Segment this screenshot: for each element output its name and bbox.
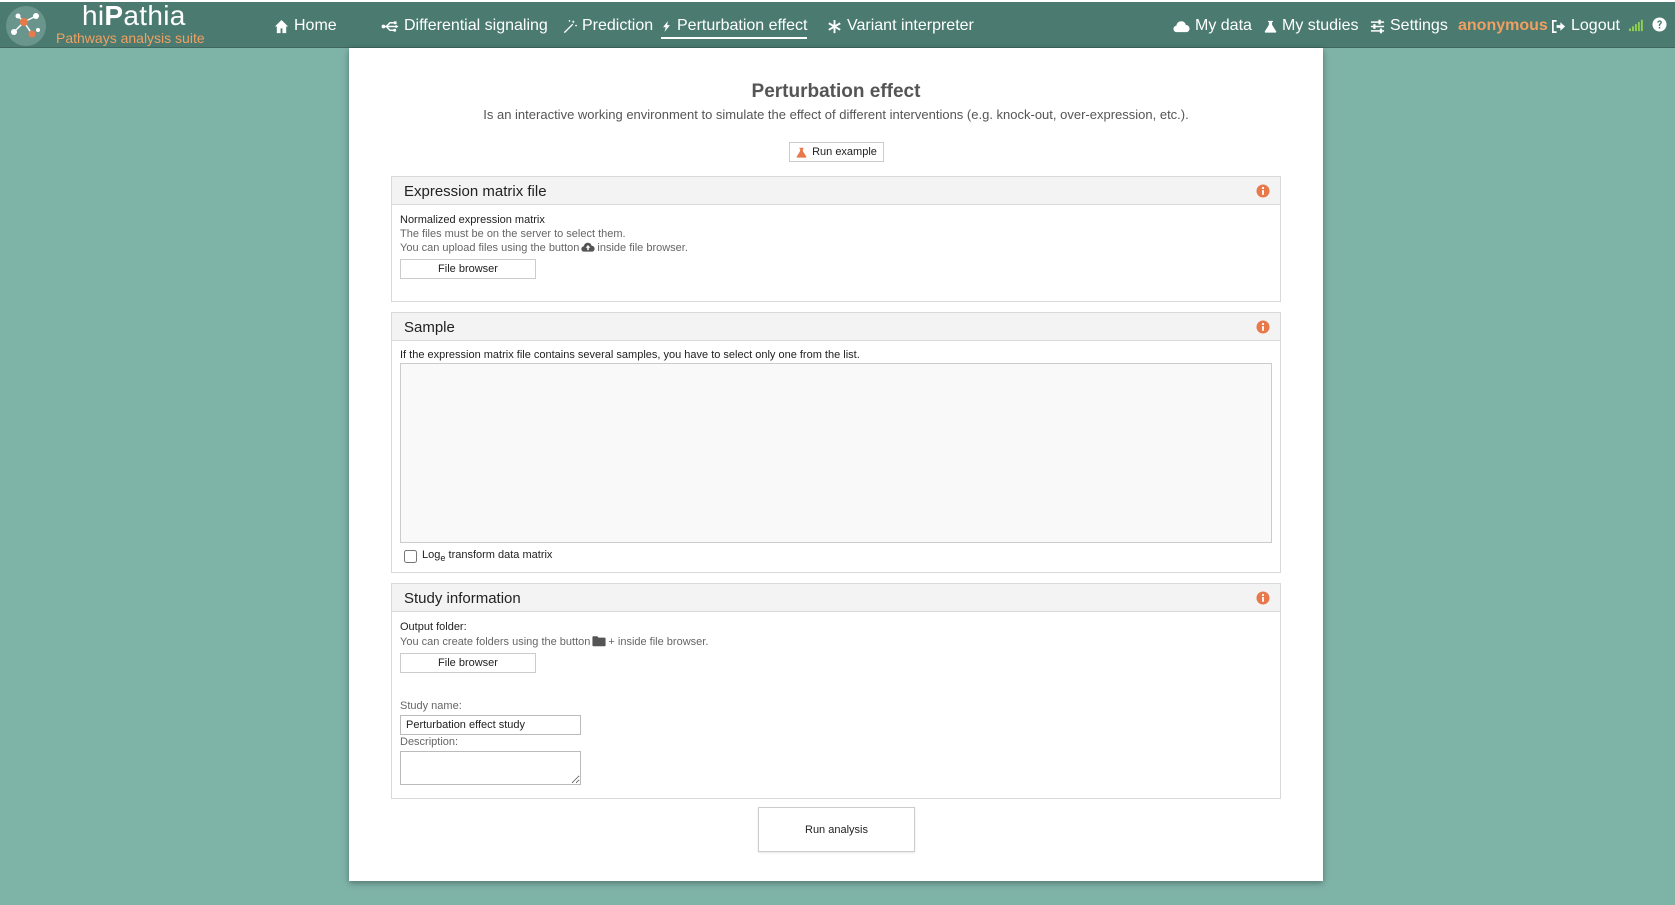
expression-matrix-section: Expression matrix file Normalized expres… xyxy=(391,176,1281,302)
log-transform-option[interactable]: Loge transform data matrix xyxy=(404,549,552,563)
output-folder-label: Output folder: xyxy=(400,621,467,633)
expression-matrix-header: Expression matrix file xyxy=(392,177,1280,205)
sample-section: Sample If the expression matrix file con… xyxy=(391,312,1281,573)
page-description: Is an interactive working environment to… xyxy=(483,107,1189,122)
log-transform-label: Loge transform data matrix xyxy=(422,549,553,564)
user-name[interactable]: anonymous xyxy=(1458,16,1548,36)
expression-matrix-label: Normalized expression matrix xyxy=(400,214,545,226)
logout-icon xyxy=(1552,19,1566,33)
nav-my-data[interactable]: My data xyxy=(1173,16,1252,36)
nav-prediction[interactable]: Prediction xyxy=(562,16,653,36)
sample-title: Sample xyxy=(404,319,455,336)
help-icon[interactable] xyxy=(1652,17,1667,32)
top-navbar: hiPathia Pathways analysis suite Home Di… xyxy=(0,0,1675,48)
run-example-button[interactable]: Run example xyxy=(789,142,884,162)
asterisk-icon xyxy=(828,19,841,33)
home-icon xyxy=(274,19,289,33)
cloud-upload-icon xyxy=(581,242,596,252)
brand-subtitle: Pathways analysis suite xyxy=(56,30,205,46)
nav-my-studies[interactable]: My studies xyxy=(1264,16,1358,36)
sliders-icon xyxy=(1370,19,1385,33)
info-icon[interactable] xyxy=(1256,591,1270,605)
folder-icon xyxy=(592,636,606,647)
nav-home[interactable]: Home xyxy=(274,16,337,36)
study-information-title: Study information xyxy=(404,590,521,607)
log-transform-checkbox[interactable] xyxy=(404,549,417,563)
run-analysis-button[interactable]: Run analysis xyxy=(758,807,915,852)
expression-matrix-hint: The files must be on the server to selec… xyxy=(400,228,626,240)
expression-matrix-title: Expression matrix file xyxy=(404,183,547,200)
sample-header: Sample xyxy=(392,313,1280,341)
nav-variant-interpreter[interactable]: Variant interpreter xyxy=(827,16,974,36)
sample-list[interactable] xyxy=(400,363,1272,543)
description-label: Description: xyxy=(400,736,459,748)
upload-hint: You can upload files using the button ins… xyxy=(400,242,688,254)
sample-hint: If the expression matrix file contains s… xyxy=(400,349,860,361)
nav-perturbation-effect[interactable]: Perturbation effect xyxy=(661,16,808,39)
nav-logout[interactable]: Logout xyxy=(1551,16,1620,36)
bolt-icon xyxy=(663,20,670,32)
page-title: Perturbation effect xyxy=(751,81,921,102)
hipathia-logo-icon[interactable] xyxy=(4,4,48,48)
info-icon[interactable] xyxy=(1256,320,1270,334)
info-icon[interactable] xyxy=(1256,184,1270,198)
nav-differential-signaling[interactable]: Differential signaling xyxy=(381,16,548,36)
expression-file-browser-button[interactable]: File browser xyxy=(400,259,536,279)
brand-name[interactable]: hiPathia xyxy=(82,0,186,32)
magic-wand-icon xyxy=(563,19,577,33)
flask-icon xyxy=(1264,20,1277,33)
output-file-browser-button[interactable]: File browser xyxy=(400,653,536,673)
study-name-input[interactable] xyxy=(400,715,581,735)
flask-icon xyxy=(796,147,807,158)
nav-settings[interactable]: Settings xyxy=(1370,16,1448,36)
study-information-header: Study information xyxy=(392,584,1280,612)
study-information-section: Study information Output folder: You can… xyxy=(391,583,1281,799)
study-name-label: Study name: xyxy=(400,700,462,712)
description-textarea[interactable] xyxy=(400,751,581,785)
signal-strength-icon xyxy=(1628,18,1644,32)
main-panel: Perturbation effect Is an interactive wo… xyxy=(349,48,1323,881)
output-folder-hint: You can create folders using the button +… xyxy=(400,636,709,648)
usb-icon xyxy=(381,20,399,32)
cloud-icon xyxy=(1173,20,1190,32)
